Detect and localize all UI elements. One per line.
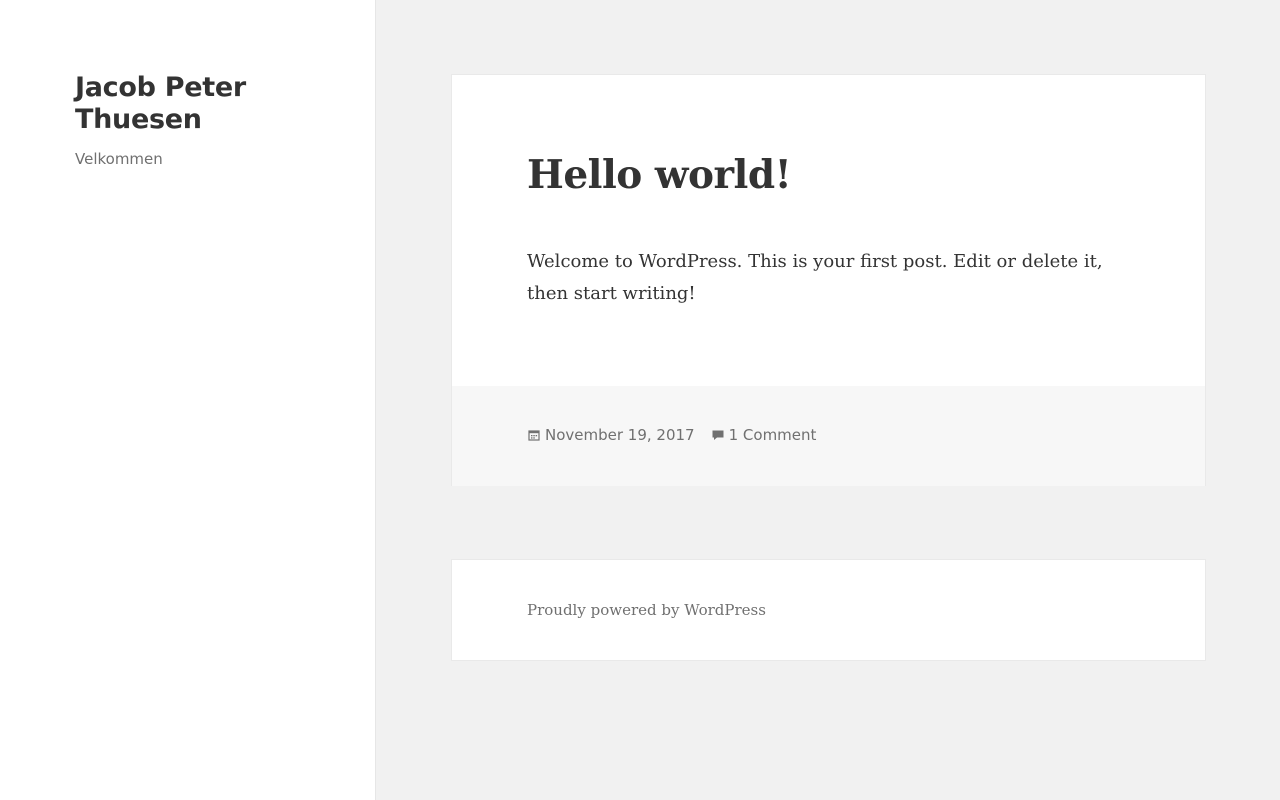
powered-by-link[interactable]: Proudly powered by WordPress [527, 600, 766, 620]
post-content: Welcome to WordPress. This is your first… [527, 251, 1103, 304]
post-title[interactable]: Hello world! [527, 151, 792, 199]
post-meta: November 19, 2017 1 Comment [527, 425, 816, 445]
calendar-icon [528, 430, 540, 441]
comment-icon [712, 430, 724, 440]
site-description: Velkommen [75, 150, 163, 168]
post-footer: November 19, 2017 1 Comment [452, 386, 1205, 486]
post-date-link[interactable]: November 19, 2017 [545, 425, 695, 445]
sidebar: Jacob Peter Thuesen Velkommen [0, 0, 376, 800]
comments-link[interactable]: 1 Comment [729, 425, 817, 445]
site-footer: Proudly powered by WordPress [451, 559, 1206, 661]
post-card: Hello world! Welcome to WordPress. This … [451, 74, 1206, 486]
site-title[interactable]: Jacob Peter Thuesen [75, 72, 315, 136]
